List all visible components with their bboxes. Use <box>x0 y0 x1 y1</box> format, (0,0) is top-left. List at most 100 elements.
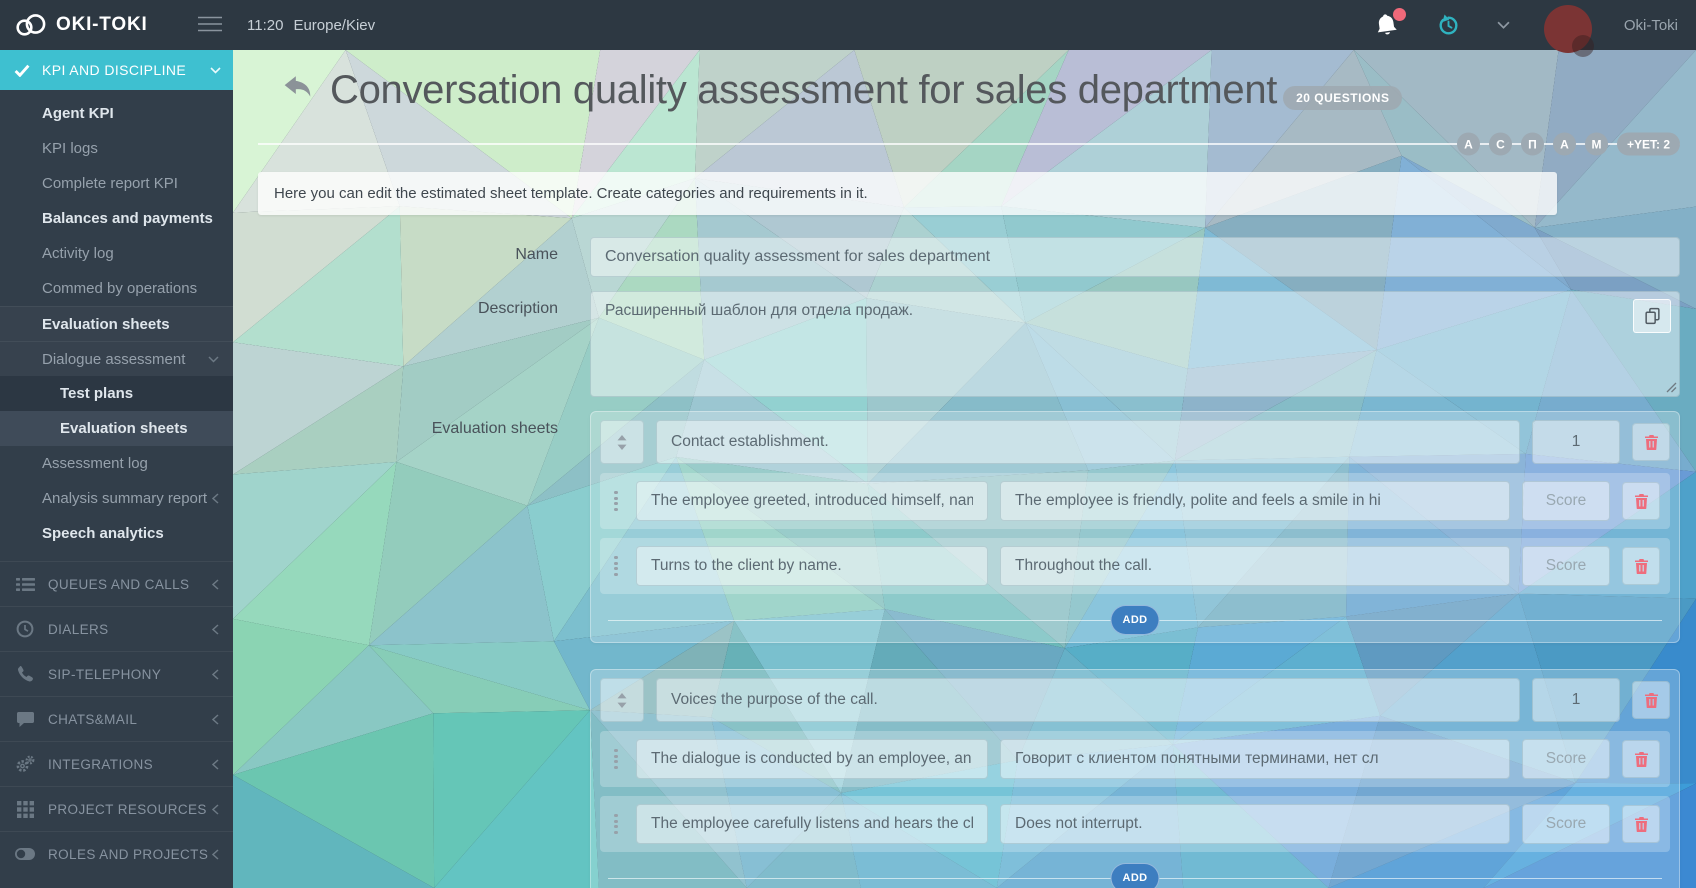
resize-handle-icon[interactable] <box>1666 382 1677 393</box>
drag-dots-icon[interactable] <box>608 556 624 576</box>
add-row: ADD <box>600 862 1670 888</box>
sidebar-item-kpi-and-discipline[interactable]: KPI AND DISCIPLINE <box>0 50 233 90</box>
drag-handle-button[interactable] <box>600 420 644 464</box>
logo[interactable]: OKI-TOKI <box>0 12 233 39</box>
account-menu-chevron[interactable] <box>1495 19 1512 31</box>
chat-icon <box>14 711 36 728</box>
score-input[interactable] <box>1522 546 1610 586</box>
delete-criterion-button[interactable] <box>1622 805 1660 843</box>
sidebar-item-speech-analytics[interactable]: Speech analytics <box>0 516 233 551</box>
sidebar-item-agent-kpi[interactable]: Agent KPI <box>0 96 233 131</box>
sidebar-item-label: INTEGRATIONS <box>48 757 153 772</box>
sidebar-sections: QUEUES AND CALLS DIALERS SIP-TELEPHONY C… <box>0 561 233 876</box>
chevron-left-icon <box>212 759 219 770</box>
evaluation-group: ADD <box>590 669 1680 888</box>
drag-handle-button[interactable] <box>600 678 644 722</box>
sidebar-item-commed-by-operations[interactable]: Commed by operations <box>0 271 233 306</box>
sidebar-item-label: SIP-TELEPHONY <box>48 667 161 682</box>
grid-icon <box>14 801 36 818</box>
menu-icon[interactable] <box>193 12 227 39</box>
description-textarea[interactable]: Расширенный шаблон для отдела продаж. <box>590 291 1680 397</box>
criterion-row <box>600 538 1670 594</box>
divider-rule: А С П А М +YET: 2 <box>258 132 1680 156</box>
chevron-left-icon <box>212 493 219 504</box>
user-badge[interactable]: А <box>1457 133 1480 156</box>
criterion-question-input[interactable] <box>636 546 988 586</box>
back-button[interactable] <box>276 74 322 106</box>
score-input[interactable] <box>1522 804 1610 844</box>
sidebar-item-project-resources[interactable]: PROJECT RESOURCES <box>0 786 233 831</box>
account-name[interactable]: Oki-Toki <box>1624 17 1678 34</box>
category-name-input[interactable] <box>656 420 1520 464</box>
score-input[interactable] <box>1522 481 1610 521</box>
sidebar-item-activity-log[interactable]: Activity log <box>0 236 233 271</box>
name-input[interactable] <box>590 237 1680 277</box>
sidebar-item-complete-report-kpi[interactable]: Complete report KPI <box>0 166 233 201</box>
sidebar-item-assessment-log[interactable]: Assessment log <box>0 446 233 481</box>
drag-dots-icon[interactable] <box>608 491 624 511</box>
chevron-left-icon <box>212 669 219 680</box>
sidebar-item-test-plans[interactable]: Test plans <box>0 376 233 411</box>
delete-category-button[interactable] <box>1632 681 1670 719</box>
category-weight-input[interactable] <box>1532 420 1620 464</box>
sidebar-item-sip-telephony[interactable]: SIP-TELEPHONY <box>0 651 233 696</box>
category-weight-input[interactable] <box>1532 678 1620 722</box>
criterion-question-input[interactable] <box>636 481 988 521</box>
delete-criterion-button[interactable] <box>1622 547 1660 585</box>
notifications-button[interactable] <box>1371 10 1402 41</box>
more-users-badge[interactable]: +YET: 2 <box>1617 133 1680 156</box>
sidebar-item-label: Evaluation sheets <box>60 420 188 437</box>
score-input[interactable] <box>1522 739 1610 779</box>
sidebar-item-label: Assessment log <box>42 455 148 472</box>
logo-cloud-icon <box>14 12 48 38</box>
trash-icon <box>1644 692 1659 708</box>
criterion-row <box>600 796 1670 852</box>
add-criterion-button[interactable]: ADD <box>1110 605 1159 635</box>
sidebar-item-dialers[interactable]: DIALERS <box>0 606 233 651</box>
chevron-left-icon <box>212 624 219 635</box>
avatar[interactable] <box>1544 5 1592 53</box>
criterion-hint-input[interactable] <box>1000 546 1510 586</box>
trash-icon <box>1634 816 1649 832</box>
delete-criterion-button[interactable] <box>1622 740 1660 778</box>
criterion-hint-input[interactable] <box>1000 804 1510 844</box>
sidebar-item-evaluation-sheets-sub[interactable]: Evaluation sheets <box>0 411 233 446</box>
sidebar-item-balances-and-payments[interactable]: Balances and payments <box>0 201 233 236</box>
sidebar-item-label: Speech analytics <box>42 525 164 542</box>
add-criterion-button[interactable]: ADD <box>1110 863 1159 888</box>
sidebar-item-queues-and-calls[interactable]: QUEUES AND CALLS <box>0 561 233 606</box>
user-badge[interactable]: П <box>1521 133 1544 156</box>
sidebar-item-evaluation-sheets[interactable]: Evaluation sheets <box>0 306 233 341</box>
sidebar-item-label: Complete report KPI <box>42 175 178 192</box>
sidebar-item-dialogue-assessment[interactable]: Dialogue assessment <box>0 341 233 376</box>
delete-criterion-button[interactable] <box>1622 482 1660 520</box>
template-form: Name Description Расширенный шаблон для … <box>258 237 1680 888</box>
chevron-left-icon <box>212 714 219 725</box>
category-name-input[interactable] <box>656 678 1520 722</box>
sidebar-item-label: Agent KPI <box>42 105 114 122</box>
history-button[interactable] <box>1434 11 1463 40</box>
user-badge[interactable]: М <box>1585 133 1608 156</box>
sidebar-item-label: KPI AND DISCIPLINE <box>42 62 186 78</box>
time-value: 11:20 <box>247 17 283 34</box>
user-badge[interactable]: С <box>1489 133 1512 156</box>
copy-button[interactable] <box>1633 299 1671 333</box>
criterion-question-input[interactable] <box>636 739 988 779</box>
criterion-hint-input[interactable] <box>1000 739 1510 779</box>
add-row: ADD <box>600 604 1670 636</box>
sidebar-item-kpi-logs[interactable]: KPI logs <box>0 131 233 166</box>
sidebar-item-analysis-summary-report[interactable]: Analysis summary report <box>0 481 233 516</box>
sidebar-item-roles-and-projects[interactable]: ROLES AND PROJECTS <box>0 831 233 876</box>
criterion-question-input[interactable] <box>636 804 988 844</box>
user-badge[interactable]: А <box>1553 133 1576 156</box>
delete-category-button[interactable] <box>1632 423 1670 461</box>
sidebar-kpi-group: Agent KPI KPI logs Complete report KPI B… <box>0 96 233 551</box>
sidebar-item-integrations[interactable]: INTEGRATIONS <box>0 741 233 786</box>
criterion-hint-input[interactable] <box>1000 481 1510 521</box>
sidebar-item-chats-mail[interactable]: CHATS&MAIL <box>0 696 233 741</box>
drag-dots-icon[interactable] <box>608 814 624 834</box>
topbar-right: Oki-Toki <box>1371 0 1696 53</box>
list-icon <box>14 577 36 592</box>
drag-dots-icon[interactable] <box>608 749 624 769</box>
trash-icon <box>1644 434 1659 450</box>
